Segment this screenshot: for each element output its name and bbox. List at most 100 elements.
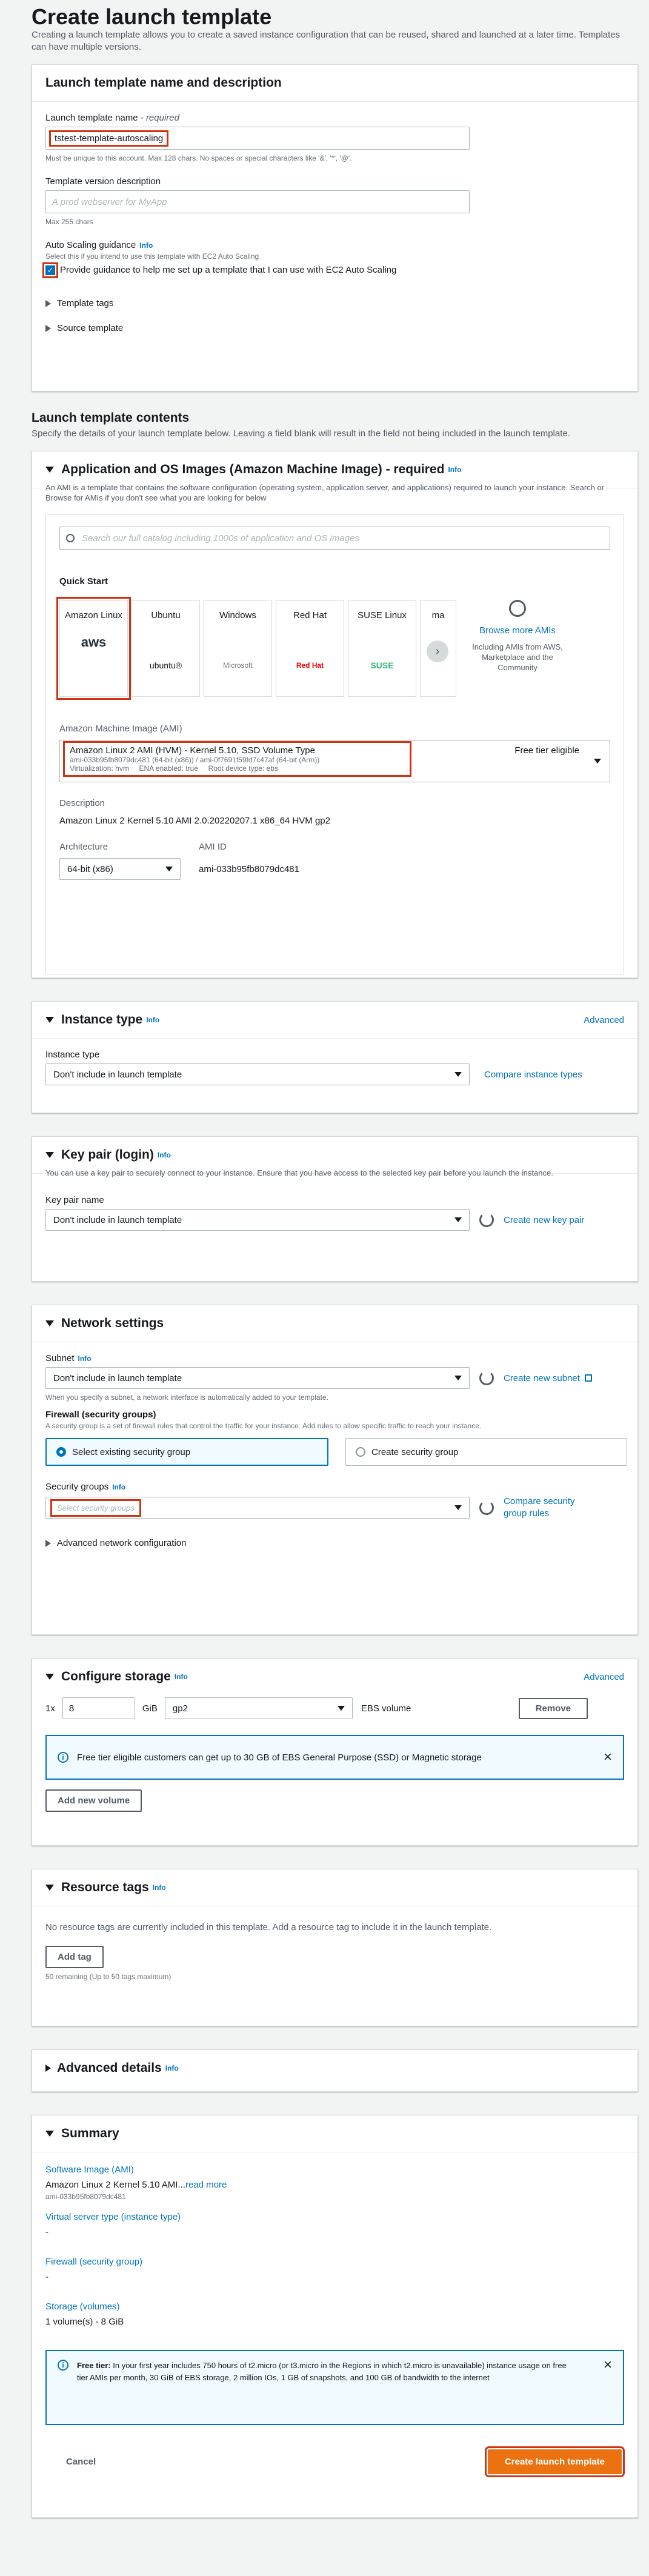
add-tag-button[interactable]: Add tag xyxy=(45,1946,104,1968)
create-sg-radio[interactable]: Create security group xyxy=(345,1438,627,1466)
info-link[interactable]: Info xyxy=(448,465,461,474)
ami-tile-amazon-linux[interactable]: Amazon Linux aws xyxy=(56,597,131,700)
info-link[interactable]: Info xyxy=(153,1883,166,1892)
browse-more-amis[interactable]: Browse more AMIs Including AMIs from AWS… xyxy=(472,600,563,673)
resource-tags-empty: No resource tags are currently included … xyxy=(45,1922,492,1932)
info-link[interactable]: Info xyxy=(165,2064,179,2072)
read-more-link[interactable]: read more xyxy=(185,2180,227,2190)
ami-label: Amazon Machine Image (AMI) xyxy=(59,724,182,734)
ami-panel: Application and OS Images (Amazon Machin… xyxy=(32,451,638,978)
instance-type-title: Instance type xyxy=(61,1013,143,1027)
refresh-icon[interactable] xyxy=(479,1371,494,1385)
volume-count: 1x xyxy=(45,1703,55,1714)
advanced-details-panel[interactable]: Advanced details Info xyxy=(32,2049,638,2092)
summary-firewall-key[interactable]: Firewall (security group) xyxy=(45,2257,624,2267)
free-tier-summary: Free tier: In your first year includes 7… xyxy=(77,2361,567,2382)
chevron-down-icon xyxy=(454,1072,462,1077)
refresh-icon[interactable] xyxy=(479,1213,494,1227)
compare-sg-rules-link[interactable]: Compare security group rules xyxy=(504,1496,594,1520)
cancel-button[interactable]: Cancel xyxy=(66,2457,96,2467)
close-icon[interactable]: × xyxy=(604,2358,612,2372)
security-groups-select[interactable]: Select security groups xyxy=(45,1497,470,1519)
summary-instance-value: - xyxy=(45,2227,48,2237)
size-unit: GiB xyxy=(142,1703,158,1714)
volume-size-input[interactable]: 8 xyxy=(62,1697,135,1719)
chevron-down-icon xyxy=(454,1217,462,1222)
source-template-toggle[interactable]: Source template xyxy=(45,323,624,333)
name-value: tstest-template-autoscaling xyxy=(48,130,169,147)
summary-title: Summary xyxy=(61,2126,119,2140)
subnet-hint: When you specify a subnet, a network int… xyxy=(45,1393,328,1402)
info-link[interactable]: Info xyxy=(158,1151,171,1159)
ami-select[interactable]: Amazon Linux 2 AMI (HVM) - Kernel 5.10, … xyxy=(59,740,610,782)
advanced-details-title: Advanced details xyxy=(57,2061,162,2075)
remove-volume-button[interactable]: Remove xyxy=(518,1697,588,1719)
info-icon: i xyxy=(58,2360,68,2371)
advanced-link[interactable]: Advanced xyxy=(584,1015,624,1025)
summary-ami-key[interactable]: Software Image (AMI) xyxy=(45,2165,624,2175)
search-icon xyxy=(66,534,75,542)
summary-storage-key[interactable]: Storage (volumes) xyxy=(45,2301,624,2312)
ami-id-label: AMI ID xyxy=(199,842,227,852)
summary-ami-id: ami-033b95fb8079dc481 xyxy=(45,2192,126,2201)
key-pair-title: Key pair (login) xyxy=(61,1148,154,1162)
sg-label: Security groups Info xyxy=(45,1482,126,1492)
microsoft-logo-icon: Microsoft xyxy=(223,661,253,670)
instance-type-select[interactable]: Don't include in launch template xyxy=(45,1063,470,1085)
add-volume-button[interactable]: Add new volume xyxy=(45,1789,142,1812)
ebs-volume-label: EBS volume xyxy=(361,1703,411,1714)
ami-tile-windows[interactable]: Windows Microsoft xyxy=(204,600,272,697)
template-description-input[interactable]: A prod webserver for MyApp xyxy=(45,190,470,213)
advanced-link[interactable]: Advanced xyxy=(584,1672,624,1682)
resource-tags-panel: Resource tags Info No resource tags are c… xyxy=(32,1869,638,2026)
desc-label: Template version description xyxy=(45,176,161,187)
ami-ids: ami-033b95fb8079dc481 (64-bit (x86)) / a… xyxy=(70,756,320,764)
network-settings-panel: Network settings Subnet Info Don't includ… xyxy=(32,1305,638,1635)
info-link[interactable]: Info xyxy=(146,1016,159,1024)
firewall-hint: A security group is a set of firewall ru… xyxy=(45,1422,482,1430)
subnet-select[interactable]: Don't include in launch template xyxy=(45,1367,470,1389)
summary-panel: Summary Software Image (AMI) Amazon Linu… xyxy=(32,2115,638,2518)
firewall-label: Firewall (security groups) xyxy=(45,1409,156,1420)
ami-tile-suse[interactable]: SUSE Linux SUSE xyxy=(348,600,416,697)
asg-checkbox-label: Provide guidance to help me set up a tem… xyxy=(60,265,397,275)
info-icon: i xyxy=(58,1752,68,1763)
template-name-input[interactable]: tstest-template-autoscaling xyxy=(45,127,470,150)
asg-checkbox[interactable]: ✓ xyxy=(42,262,58,278)
info-link[interactable]: Info xyxy=(139,241,153,250)
create-subnet-link[interactable]: Create new subnet xyxy=(504,1373,580,1383)
ami-tile-more[interactable]: ma › xyxy=(420,600,456,697)
external-link-icon xyxy=(584,1374,592,1382)
template-tags-toggle[interactable]: Template tags xyxy=(45,298,624,308)
key-pair-desc: You can use a key pair to securely conne… xyxy=(45,1168,553,1177)
free-tier-badge: Free tier eligible xyxy=(514,745,579,756)
compare-instance-types-link[interactable]: Compare instance types xyxy=(484,1070,582,1080)
advanced-network-toggle[interactable]: Advanced network configuration xyxy=(45,1538,624,1548)
architecture-select[interactable]: 64-bit (x86) xyxy=(59,858,181,880)
ami-desc: An AMI is a template that contains the s… xyxy=(45,483,605,502)
ami-tile-ubuntu[interactable]: Ubuntu ubuntu® xyxy=(131,600,200,697)
summary-instance-key[interactable]: Virtual server type (instance type) xyxy=(45,2212,624,2222)
ubuntu-logo-icon: ubuntu® xyxy=(149,661,182,670)
info-link[interactable]: Info xyxy=(175,1672,188,1681)
volume-type-select[interactable]: gp2 xyxy=(164,1697,353,1719)
chevron-down-icon xyxy=(594,759,601,764)
key-pair-select[interactable]: Don't include in launch template xyxy=(45,1209,470,1231)
close-icon[interactable]: × xyxy=(604,1750,612,1765)
refresh-icon[interactable] xyxy=(479,1500,494,1515)
chevron-right-icon[interactable]: › xyxy=(427,641,448,662)
ami-name: Amazon Linux 2 AMI (HVM) - Kernel 5.10, … xyxy=(70,745,315,756)
desc-hint: Max 255 chars xyxy=(45,218,93,226)
key-pair-panel: Key pair (login) Info You can use a key p… xyxy=(32,1136,638,1282)
ami-search-input[interactable]: Search our full catalog including 1000s … xyxy=(59,527,610,550)
create-launch-template-button[interactable]: Create launch template xyxy=(484,2446,625,2477)
chevron-down-icon xyxy=(454,1505,462,1510)
name-description-panel: Launch template name and description Lau… xyxy=(32,64,638,391)
create-key-pair-link[interactable]: Create new key pair xyxy=(504,1215,584,1225)
ami-tile-red-hat[interactable]: Red Hat Red Hat xyxy=(276,600,344,697)
contents-title: Launch template contents xyxy=(32,411,190,425)
page: Create launch template Creating a launch… xyxy=(0,0,649,2576)
select-existing-sg-radio[interactable]: Select existing security group xyxy=(45,1438,328,1466)
free-tier-storage-msg: Free tier eligible customers can get up … xyxy=(77,1752,482,1763)
chevron-down-icon xyxy=(337,1706,345,1711)
